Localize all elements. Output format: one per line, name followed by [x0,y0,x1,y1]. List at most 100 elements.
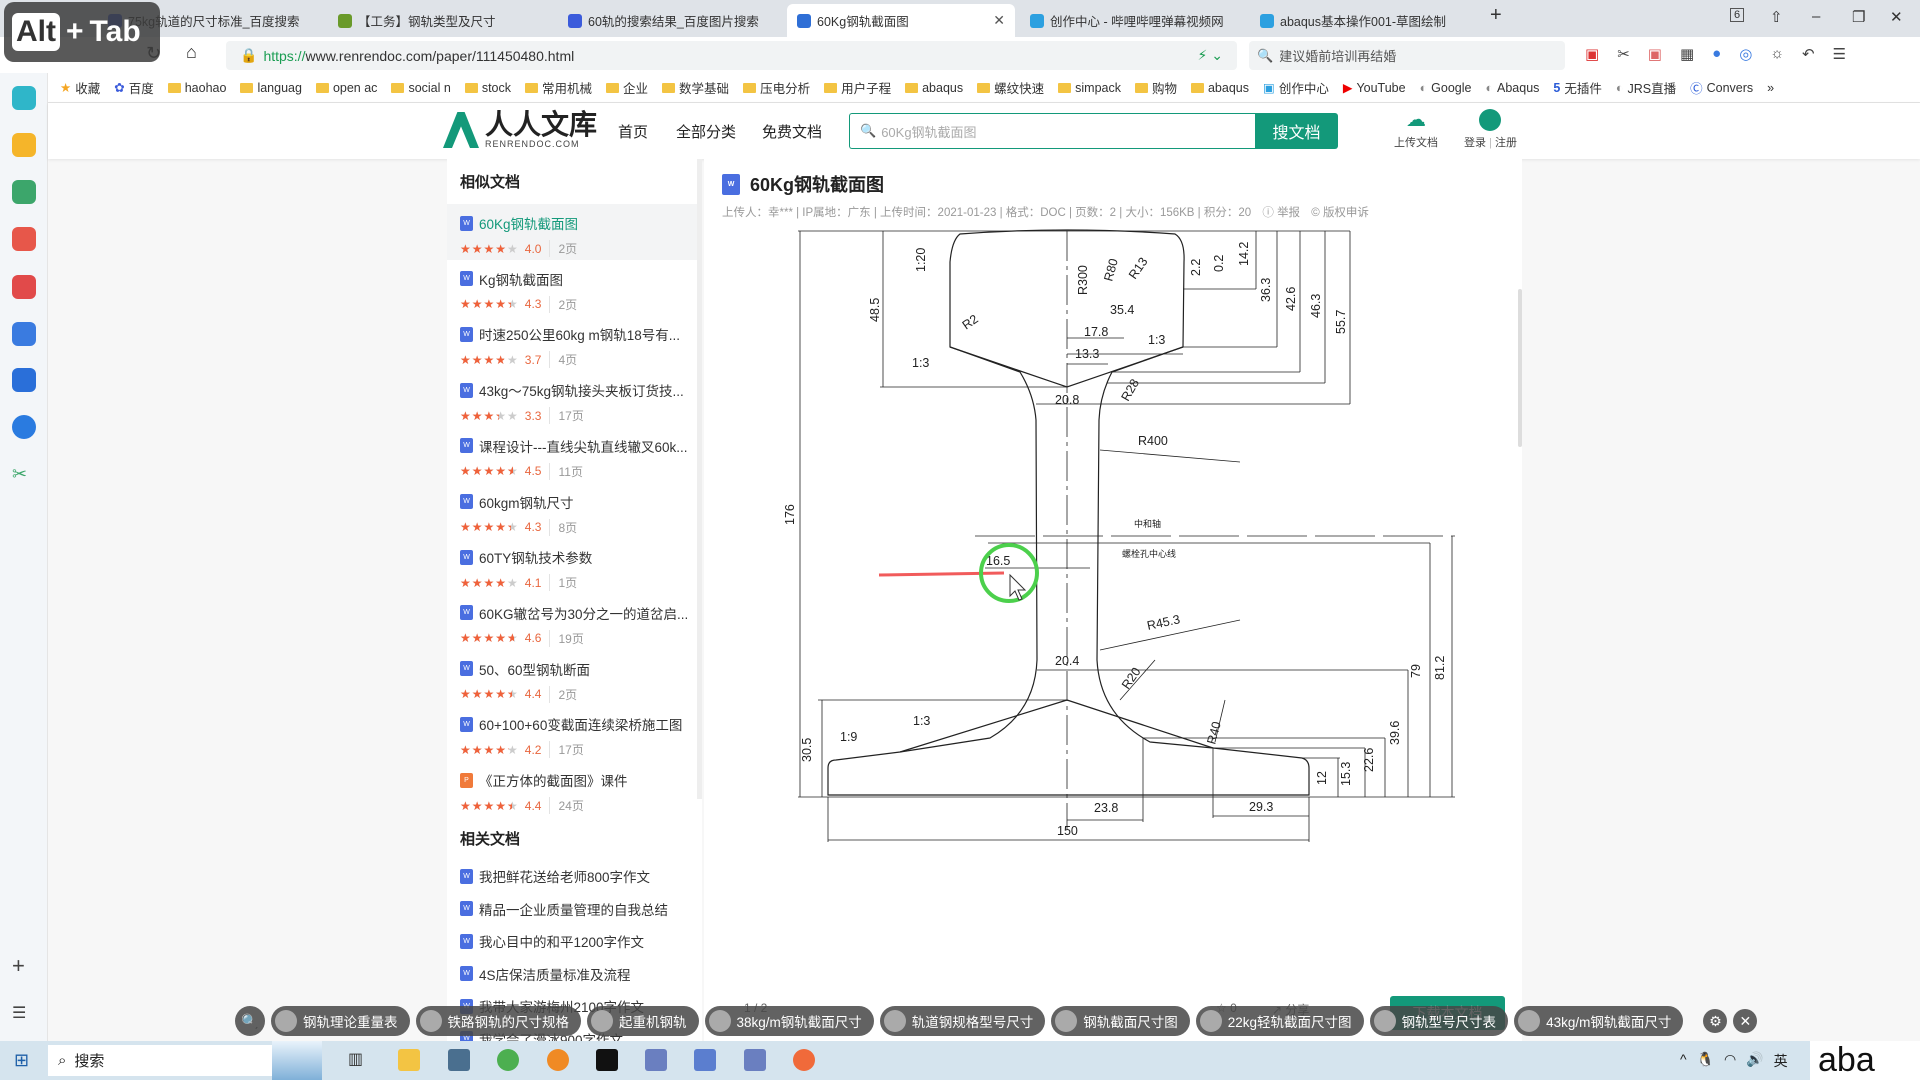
brightness-icon[interactable]: ☼ [1770,45,1784,63]
close-icon[interactable]: ✕ [1733,1009,1758,1033]
bookmark-folder[interactable]: abaqus [905,81,963,95]
bookmark-folder[interactable]: social n [391,81,451,95]
grid-icon[interactable]: ▦ [1680,45,1694,63]
register-link[interactable]: 注册 [1495,137,1517,149]
similar-doc-item[interactable]: W 60Kg钢轨截面图 ★★★★★★★★★★ 4.0 2页 [447,204,702,260]
calculator-icon[interactable] [448,1049,470,1071]
show-hidden-icons[interactable]: ^ [1680,1051,1687,1071]
photo-ai-icon[interactable] [12,322,36,346]
list-icon[interactable]: ☰ [12,1003,36,1027]
bookmark-wuchajian[interactable]: 5 无插件 [1553,78,1601,97]
ime-indicator[interactable]: 英 [1774,1051,1788,1071]
bookmark-favorites[interactable]: ★ 收藏 [60,78,100,97]
similar-doc-item[interactable]: W 60+100+60变截面连续梁桥施工图 ★★★★★★★★★★ 4.2 17页 [447,705,702,761]
panel-scrollbar[interactable] [697,159,702,799]
related-search-chip[interactable]: 轨道钢规格型号尺寸 [879,1006,1046,1036]
search-app-icon[interactable] [547,1049,569,1071]
nav-home[interactable]: 首页 [618,121,648,142]
word-icon[interactable] [694,1049,716,1071]
bookmark-bilibili[interactable]: ▣ 创作中心 [1263,78,1329,97]
sidebar-app-icon[interactable] [12,86,36,110]
task-view-icon[interactable]: ▥ [348,1049,370,1071]
scissors-icon[interactable]: ✂ [1617,45,1630,63]
microphone-icon[interactable] [793,1049,815,1071]
pin-icon[interactable]: ⇧ [1770,8,1783,26]
related-doc-item[interactable]: W 我心目中的和平1200字作文 [460,931,644,951]
related-doc-item[interactable]: W 精品一企业质量管理的自我总结 [460,899,668,919]
related-search-chip[interactable]: 铁路钢轨的尺寸规格 [415,1006,581,1036]
login-link[interactable]: 登录 [1464,137,1486,149]
related-search-chip[interactable]: 43kg/m钢轨截面尺寸 [1514,1006,1684,1036]
taskbar-search[interactable]: ⌕ 搜索 [48,1045,280,1076]
favorites-star-icon[interactable] [12,133,36,157]
related-search-chip[interactable]: 钢轨理论重量表 [271,1006,410,1036]
windows-start-icon[interactable]: ⊞ [14,1050,29,1071]
similar-doc-item[interactable]: W 60kgm钢轨尺寸 ★★★★★★★★★★ 4.3 8页 [447,483,702,539]
browser-search-box[interactable]: 🔍 建议婚前培训再结婚 [1249,41,1565,70]
restore-button[interactable]: ❐ [1852,8,1865,26]
ai-icon[interactable]: ● [1712,45,1721,63]
related-search-chip[interactable]: 钢轨型号尺寸表 [1369,1006,1509,1036]
document-ai-icon[interactable] [12,368,36,392]
file-explorer-icon[interactable] [398,1049,420,1071]
address-bar[interactable]: 🔒 https://www.renrendoc.com/paper/111450… [226,41,1237,70]
bookmark-folder[interactable]: simpack [1058,81,1121,95]
close-tab-icon[interactable]: ✕ [993,12,1005,29]
settings-icon[interactable]: ⚙ [1703,1009,1728,1033]
bookmark-folder[interactable]: 压电分析 [743,78,810,97]
abaqus-icon[interactable] [645,1049,667,1071]
tab-4[interactable]: 创作中心 - 哔哩哔哩弹幕视频网 [1020,4,1248,37]
similar-doc-item[interactable]: W 60KG辙岔号为30分之一的道岔启... ★★★★★ ★★★★★ 4.6 19页 [447,594,702,650]
related-search-chip[interactable]: 钢轨截面尺寸图 [1051,1006,1190,1036]
wifi-icon[interactable]: ◠ [1724,1051,1736,1071]
related-search-chip[interactable]: 38kg/m钢轨截面尺寸 [704,1006,874,1036]
abaqus-icon[interactable] [744,1049,766,1071]
bookmark-folder[interactable]: 企业 [606,78,648,97]
similar-doc-item[interactable]: W 43kg～75kg钢轨接头夹板订货技... ★★★★★★★★★★ 3.3 17页 [447,371,702,427]
similar-doc-item[interactable]: W 时速250公里60kg m钢轨18号有... ★★★★★★★★★★ 3.7 4页 [447,315,702,371]
copyright-link[interactable]: © 版权申诉 [1311,207,1369,219]
menu-icon[interactable]: ☰ [1833,45,1846,63]
bookmark-folder[interactable]: 数学基础 [662,78,729,97]
bookmark-folder[interactable]: open ac [315,81,377,95]
undo-icon[interactable]: ↶ [1802,45,1815,63]
bookmark-jrs[interactable]: ◐ JRS直播 [1616,78,1676,97]
screen-record-icon[interactable]: ▣ [1648,45,1662,63]
bookmark-folder[interactable]: languag [240,81,302,95]
search-icon[interactable]: 🔍 [235,1006,265,1036]
nav-free-docs[interactable]: 免费文档 [762,121,822,142]
new-tab-button[interactable]: + [1490,4,1502,27]
pdf-ai-icon[interactable] [12,227,36,251]
bookmark-folder[interactable]: stock [464,81,511,95]
volume-icon[interactable]: 🔊 [1746,1051,1763,1071]
home-icon[interactable]: ⌂ [186,42,197,63]
record-icon[interactable] [12,275,36,299]
bookmark-youtube[interactable]: ▶ YouTube [1343,80,1406,96]
bookmark-abaqus[interactable]: ◐ Abaqus [1485,81,1539,95]
terminal-icon[interactable] [596,1049,618,1071]
site-logo[interactable]: 人人文库 RENRENDOC.COM [443,111,597,149]
tab-5[interactable]: abaqus基本操作001-草图绘制 [1250,4,1478,37]
bookmark-folder[interactable]: abaqus [1190,81,1249,95]
add-icon[interactable]: + [12,953,36,978]
similar-doc-item[interactable]: W 50、60型钢轨断面 ★★★★★★★★★★ 4.4 2页 [447,650,702,706]
bookmark-folder[interactable]: 螺纹快速 [977,78,1044,97]
similar-doc-item[interactable]: W 60TY钢轨技术参数 ★★★★★★★★★★ 4.1 1页 [447,538,702,594]
similar-doc-item[interactable]: P 《正方体的截面图》课件 ★★★★★★★★★★ 4.4 24页 [447,761,702,817]
translate-icon[interactable] [12,415,36,439]
similar-doc-item[interactable]: W 课程设计---直线尖轨直线辙叉60k... ★★★★★★★★★★ 4.5 11页 [447,427,702,483]
bookmark-google[interactable]: ◐ Google [1420,81,1472,95]
qq-icon[interactable]: 🐧 [1697,1051,1714,1071]
nav-all-categories[interactable]: 全部分类 [676,121,736,142]
search-docs-button[interactable]: 搜文档 [1255,113,1338,149]
bookmark-folder[interactable]: 常用机械 [525,78,592,97]
ie-browser-icon[interactable] [497,1049,519,1071]
related-doc-item[interactable]: W 我把鲜花送给老师800字作文 [460,866,650,886]
bookmark-folder[interactable]: haohao [167,81,226,95]
bookmark-folder[interactable]: 购物 [1134,78,1177,97]
tab-1[interactable]: 【工务】钢轨类型及尺寸 [328,4,556,37]
bookmarks-overflow[interactable]: » [1767,81,1774,95]
bookmark-folder[interactable]: 用户子程 [824,78,891,97]
wps-icon[interactable]: ▣ [1585,45,1599,63]
similar-doc-item[interactable]: W Kg钢轨截面图 ★★★★★★★★★★ 4.3 2页 [447,260,702,316]
